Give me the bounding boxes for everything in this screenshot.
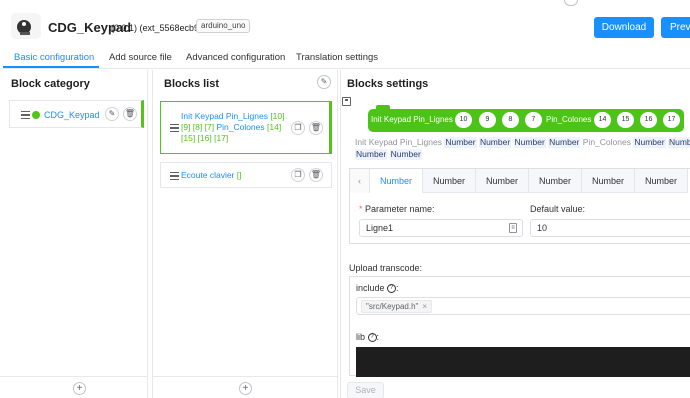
board-tag: arduino_uno [196, 19, 251, 33]
copy-icon[interactable]: ❐ [291, 168, 305, 182]
lib-code-editor[interactable] [356, 347, 690, 377]
tab-basic-configuration[interactable]: Basic configuration [14, 52, 94, 63]
block-item-ecoute-clavier[interactable]: Ecoute clavier [] ❐ 🗑 [160, 162, 332, 188]
param-tab[interactable]: Number [370, 169, 423, 193]
number-tag[interactable]: Number [667, 137, 690, 148]
param-tab[interactable]: Number [423, 169, 476, 193]
param-tab[interactable]: Number [635, 169, 688, 193]
col-pin-input[interactable]: 17 [663, 112, 680, 128]
block-item-label: Init Keypad Pin_Lignes [10] [9] [8] [7] … [181, 111, 285, 143]
col-pin-input[interactable]: 16 [640, 112, 657, 128]
block-category-title: Block category [11, 78, 90, 90]
category-label: CDG_Keypad [44, 110, 100, 120]
category-footer: + [0, 376, 147, 398]
drag-handle-icon[interactable] [21, 111, 30, 119]
col-pin-input[interactable]: 14 [594, 112, 611, 128]
number-tag[interactable]: Number [389, 149, 422, 160]
save-icon[interactable] [342, 97, 351, 106]
parameter-name-label: * Parameter name: [359, 204, 435, 214]
app-header: CDG_Keypad (0.0.1) (ext_5568ecb9) arduin… [0, 0, 690, 44]
parameter-editor: ‹ Number Number Number Number Number Num… [349, 168, 690, 244]
blocks-footer: + [153, 376, 337, 398]
drag-handle-icon[interactable] [170, 172, 179, 180]
text-field-icon: ≡ [509, 223, 517, 233]
notification-icon[interactable] [564, 0, 578, 6]
edit-icon[interactable]: ✎ [105, 107, 119, 121]
default-value-input[interactable]: 10 [530, 219, 690, 237]
add-category-icon[interactable]: + [73, 382, 86, 395]
tab-add-source-file[interactable]: Add source file [109, 52, 172, 63]
include-label: include ?: [356, 283, 399, 294]
block-item-init-keypad[interactable]: Init Keypad Pin_Lignes [10] [9] [8] [7] … [160, 101, 332, 154]
line-pin-input[interactable]: 9 [479, 112, 496, 128]
block-sentence-continued: Number Number [355, 149, 422, 160]
tabs-prev-icon[interactable]: ‹ [350, 169, 370, 193]
tab-advanced-configuration[interactable]: Advanced configuration [186, 52, 285, 63]
col-pin-input[interactable]: 15 [617, 112, 634, 128]
help-icon[interactable]: ? [387, 284, 397, 294]
param-tab[interactable]: Number [476, 169, 529, 193]
block-category-panel: Block category CDG_Keypad ✎ 🗑 + [0, 70, 148, 398]
delete-icon[interactable]: 🗑 [123, 107, 137, 121]
download-button[interactable]: Download [594, 17, 654, 38]
edit-blocks-icon[interactable]: ✎ [317, 75, 331, 89]
extension-version: (0.0.1) (ext_5568ecb9) [111, 23, 203, 33]
add-block-icon[interactable]: + [239, 382, 252, 395]
help-icon[interactable]: ? [367, 333, 377, 343]
blocks-settings-panel: Blocks settings Init Keypad Pin_Lignes 1… [340, 70, 690, 398]
default-value-label: Default value: [530, 204, 586, 214]
category-color-dot [32, 111, 40, 119]
include-chip: "src/Keypad.h" × [361, 300, 433, 313]
block-preview: Init Keypad Pin_Lignes 10 9 8 7 Pin_Colo… [368, 105, 684, 132]
delete-icon[interactable]: 🗑 [309, 121, 323, 135]
number-tag[interactable]: Number [548, 137, 581, 148]
parameter-name-input[interactable]: Ligne1 ≡ [359, 219, 523, 237]
block-sentence: Init Keypad Pin_Lignes Number Number Num… [355, 137, 690, 148]
param-tab[interactable]: Number [582, 169, 635, 193]
category-item[interactable]: CDG_Keypad ✎ 🗑 [9, 100, 144, 128]
line-pin-input[interactable]: 8 [502, 112, 519, 128]
upload-transcode-box: include ?: "src/Keypad.h" × lib ?: [349, 276, 690, 377]
param-tab[interactable]: Number [529, 169, 582, 193]
number-tag[interactable]: Number [355, 149, 388, 160]
main-tabs: Basic configuration Add source file Adva… [0, 44, 690, 69]
number-tag[interactable]: Number [513, 137, 546, 148]
number-tag[interactable]: Number [478, 137, 512, 148]
line-pin-input[interactable]: 10 [455, 112, 472, 128]
block-item-label: Ecoute clavier [] [181, 170, 242, 180]
upload-transcode-label: Upload transcode: [349, 263, 423, 273]
remove-chip-icon[interactable]: × [422, 302, 427, 311]
preview-button[interactable]: Previ [661, 17, 690, 38]
include-input[interactable]: "src/Keypad.h" × [356, 297, 690, 315]
tab-translation-settings[interactable]: Translation settings [296, 52, 378, 63]
active-tab-indicator [3, 66, 99, 68]
lib-label: lib ?: [356, 332, 380, 343]
delete-icon[interactable]: 🗑 [309, 168, 323, 182]
number-tag[interactable]: Number [633, 137, 666, 148]
extension-logo [11, 13, 41, 39]
save-button[interactable]: Save [347, 382, 384, 398]
block-preview-cols-label: Pin_Colones [546, 115, 592, 124]
blocks-list-title: Blocks list [164, 78, 220, 90]
line-pin-input[interactable]: 7 [525, 112, 542, 128]
copy-icon[interactable]: ❐ [291, 121, 305, 135]
block-preview-init-label: Init Keypad Pin_Lignes [371, 115, 453, 124]
number-tag[interactable]: Number [444, 137, 477, 148]
blocks-settings-title: Blocks settings [347, 78, 429, 90]
blocks-list-panel: Blocks list ✎ Init Keypad Pin_Lignes [10… [152, 70, 338, 398]
drag-handle-icon[interactable] [170, 124, 179, 132]
